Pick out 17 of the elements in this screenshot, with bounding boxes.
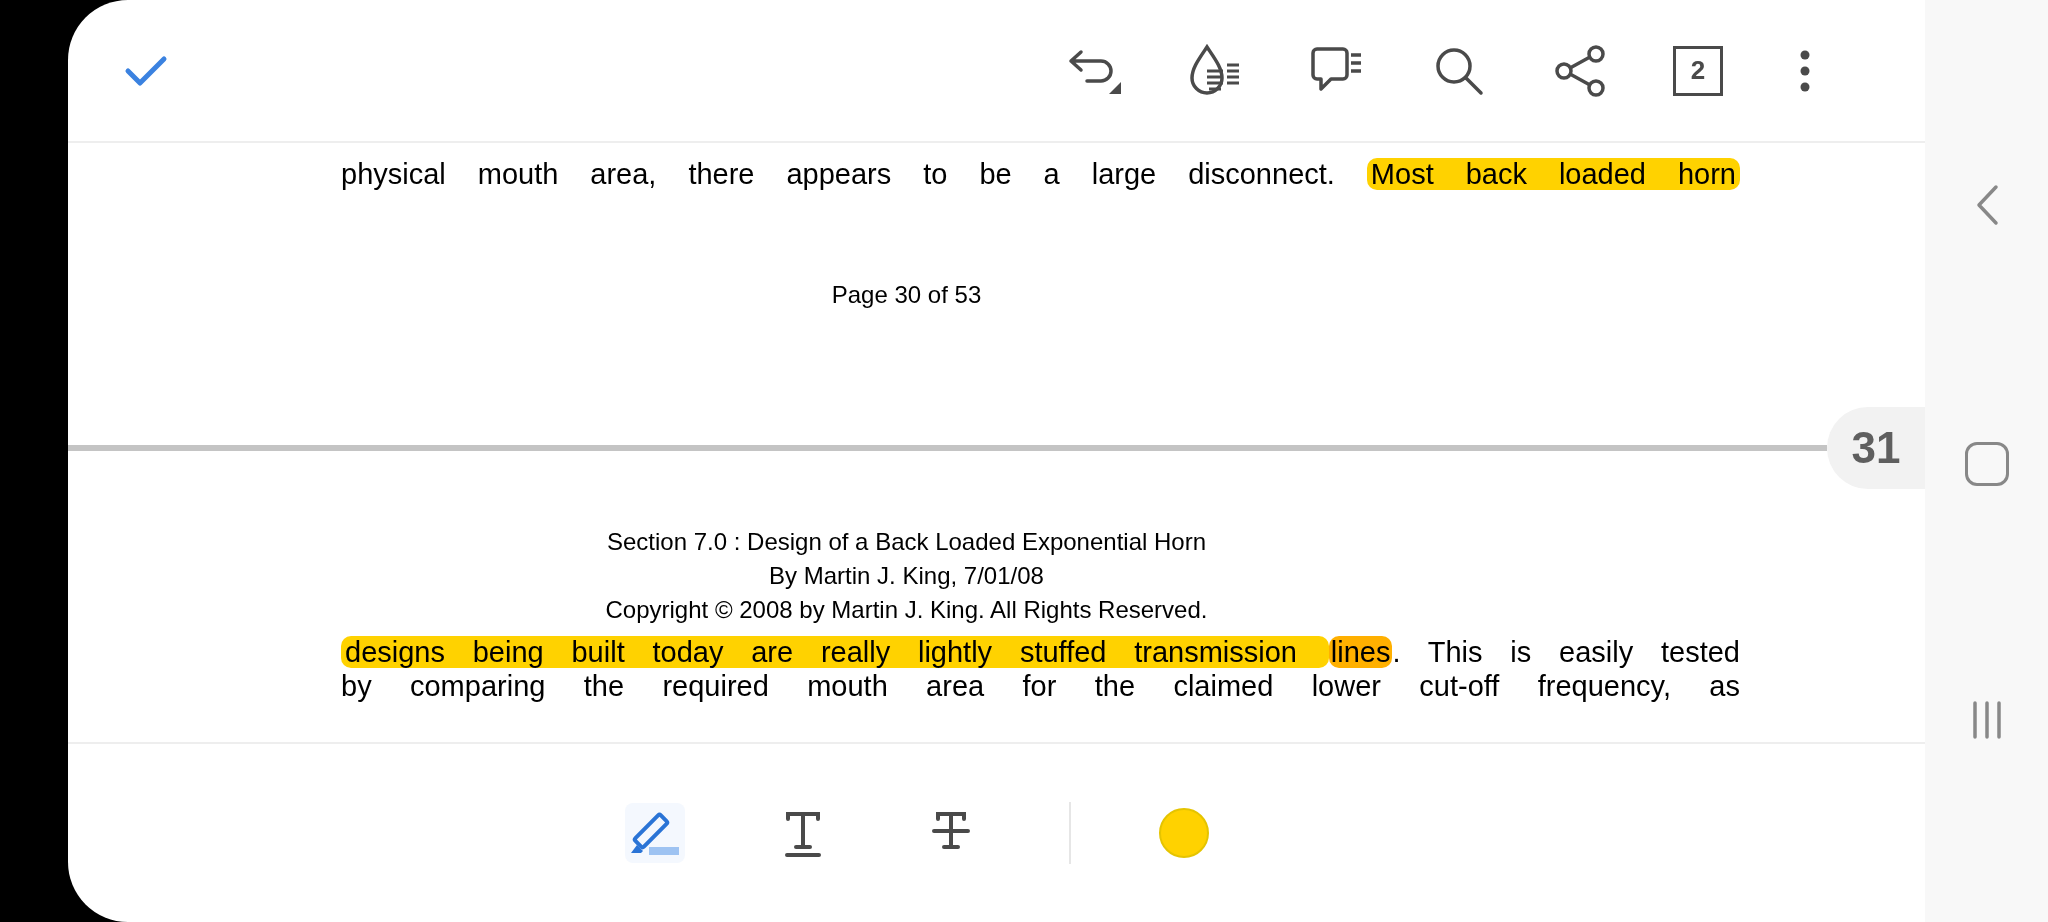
underline-text-icon — [782, 809, 823, 857]
page-header-line: Section 7.0 : Design of a Back Loaded Exponential Horn — [606, 527, 1207, 557]
page-footer: Page 30 of 53 — [831, 277, 1162, 313]
text-line: physical mouth area, there appears to be a large disconnect. Most back loaded horn — [341, 157, 1740, 191]
highlight-tool-button[interactable] — [624, 803, 685, 863]
page-header-line: Copyright © 2008 by Martin J. King. All Rights Reserved. — [605, 595, 1208, 625]
checkmark-icon — [124, 53, 168, 88]
color-swatch[interactable] — [1158, 808, 1209, 858]
chevron-left-icon — [1974, 184, 1999, 226]
tab-count-button[interactable]: 2 — [1673, 45, 1723, 96]
share-icon — [1554, 43, 1608, 98]
text-line: by comparing the required mouth area for the claimed lower cut-off frequency, as — [341, 669, 1740, 703]
more-vertical-icon — [1799, 48, 1811, 93]
page-header-line: By Martin J. King, 7/01/08 — [769, 561, 1044, 591]
text-line: designs being built today are really lightly stuffed transmission lines. This is easily tested — [341, 635, 1740, 669]
page-number-badge: 31 — [1827, 407, 1925, 489]
home-button[interactable] — [1964, 442, 2009, 486]
